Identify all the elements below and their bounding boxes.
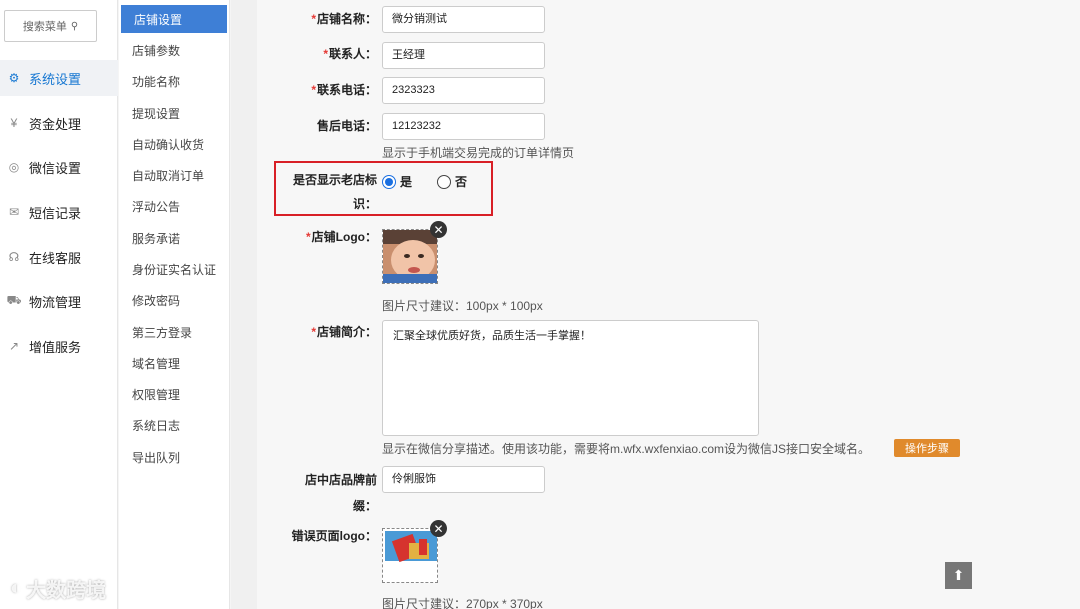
radio-yes-label: 是 (400, 175, 413, 189)
sidebar-item-label: 短信记录 (29, 205, 82, 221)
logo-size-hint: 图片尺寸建议：100px * 100px (382, 299, 543, 313)
main-sidebar: 搜索菜单 ⚲ ⚙ 系统设置 ¥ 资金处理 ◎ 微信设置 ✉ 短信记录 ☊ 在线客… (0, 0, 118, 609)
shop-name-input[interactable]: 微分销测试 (382, 6, 545, 33)
sidebar-item-label: 系统设置 (29, 71, 82, 87)
radio-no-button[interactable] (437, 174, 451, 189)
search-menu-input[interactable]: 搜索菜单 ⚲ (4, 10, 97, 42)
subnav-item-shop-params[interactable]: 店铺参数 (119, 36, 230, 64)
radio-yes-button[interactable] (382, 174, 396, 189)
headset-icon: ☊ (8, 250, 20, 264)
error-logo-remove-close-icon[interactable]: ✕ (430, 520, 447, 537)
scroll-to-top-icon[interactable]: ⬆ (945, 562, 972, 589)
after-sale-phone-hint: 显示于手机端交易完成的订单详情页 (382, 146, 575, 160)
subnav-item-shop-settings[interactable]: 店铺设置 (121, 5, 227, 33)
radio-no-label: 否 (455, 175, 468, 189)
subnav-item-system-log[interactable]: 系统日志 (119, 411, 230, 439)
subnav-item-auto-cancel[interactable]: 自动取消订单 (119, 161, 230, 189)
error-logo-image[interactable] (382, 528, 438, 583)
brand-prefix-input[interactable]: 伶俐服饰 (382, 466, 545, 493)
subnav-item-third-party-login[interactable]: 第三方登录 (119, 318, 230, 346)
sidebar-item-system-settings[interactable]: ⚙ 系统设置 (0, 62, 118, 94)
sidebar-item-label: 物流管理 (29, 294, 82, 310)
sub-sidebar: 店铺设置 店铺参数 功能名称 提现设置 自动确认收货 自动取消订单 浮动公告 服… (119, 0, 230, 609)
intro-label: *店铺简介： (311, 325, 377, 339)
gear-icon: ⚙ (8, 71, 20, 85)
mail-icon: ✉ (8, 205, 20, 219)
error-logo-size-hint: 图片尺寸建议：270px * 370px (382, 597, 543, 609)
logo-label: *店铺Logo： (306, 230, 377, 244)
sidebar-item-wechat[interactable]: ◎ 微信设置 (0, 151, 118, 183)
subnav-item-withdraw[interactable]: 提现设置 (119, 99, 230, 127)
sidebar-item-label: 资金处理 (29, 116, 82, 132)
search-icon: ⚲ (70, 20, 79, 32)
sidebar-item-support[interactable]: ☊ 在线客服 (0, 241, 118, 273)
logo-remove-close-icon[interactable]: ✕ (430, 221, 447, 238)
brand-prefix-label: 店中店品牌前 缀： (304, 473, 377, 513)
subnav-item-notice[interactable]: 浮动公告 (119, 192, 230, 220)
watermark-logo-icon: ◐ (10, 577, 23, 599)
search-placeholder: 搜索菜单 (22, 21, 67, 33)
watermark: ◐ 大数跨境 (10, 577, 107, 602)
subnav-item-permissions[interactable]: 权限管理 (119, 380, 230, 408)
operation-steps-button[interactable]: 操作步骤 (894, 439, 960, 457)
divider-strip (231, 0, 257, 609)
radio-yes[interactable]: 是 (382, 173, 412, 190)
contact-input[interactable]: 王经理 (382, 42, 545, 69)
intro-textarea[interactable]: 汇聚全球优质好货，品质生活一手掌握！ (382, 320, 759, 436)
subnav-item-service-promise[interactable]: 服务承诺 (119, 224, 230, 252)
yen-icon: ¥ (10, 116, 18, 130)
subnav-item-auto-confirm[interactable]: 自动确认收货 (119, 130, 230, 158)
shop-settings-form: *店铺名称： 微分销测试 *联系人： 王经理 *联系电话： 2323323 售后… (257, 0, 1080, 609)
intro-hint: 显示在微信分享描述。使用该功能，需要将m.wfx.wxfenxiao.com设为… (382, 442, 871, 456)
error-page-image (383, 529, 437, 582)
phone-label: *联系电话： (311, 83, 377, 97)
truck-icon: ⛟ (6, 293, 22, 307)
sidebar-item-label: 增值服务 (29, 339, 82, 355)
contact-label: *联系人： (323, 47, 377, 61)
error-logo-label: 错误页面logo： (291, 529, 377, 543)
subnav-item-function-names[interactable]: 功能名称 (119, 67, 230, 95)
phone-input[interactable]: 2323323 (382, 77, 545, 104)
sidebar-item-funds[interactable]: ¥ 资金处理 (0, 107, 118, 139)
baby-photo-image (383, 230, 437, 283)
subnav-item-domain[interactable]: 域名管理 (119, 349, 230, 377)
shop-name-label: *店铺名称： (311, 12, 377, 26)
logo-image[interactable] (382, 229, 438, 284)
subnav-item-change-password[interactable]: 修改密码 (119, 286, 230, 314)
subnav-item-id-verification[interactable]: 身份证实名认证 (119, 255, 230, 283)
sidebar-item-sms[interactable]: ✉ 短信记录 (0, 196, 118, 228)
sidebar-item-label: 微信设置 (29, 160, 82, 176)
chart-icon: ↗ (8, 339, 20, 353)
after-sale-phone-label: 售后电话： (316, 119, 377, 133)
radio-no[interactable]: 否 (437, 173, 467, 190)
sidebar-item-logistics[interactable]: ⛟ 物流管理 (0, 285, 118, 317)
wechat-icon: ◎ (8, 160, 20, 174)
old-shop-label: 是否显示老店标 识： (292, 173, 377, 211)
sidebar-item-label: 在线客服 (29, 250, 82, 266)
sidebar-item-value-added[interactable]: ↗ 增值服务 (0, 330, 118, 362)
after-sale-phone-input[interactable]: 12123232 (382, 113, 545, 140)
subnav-item-export-queue[interactable]: 导出队列 (119, 443, 230, 471)
